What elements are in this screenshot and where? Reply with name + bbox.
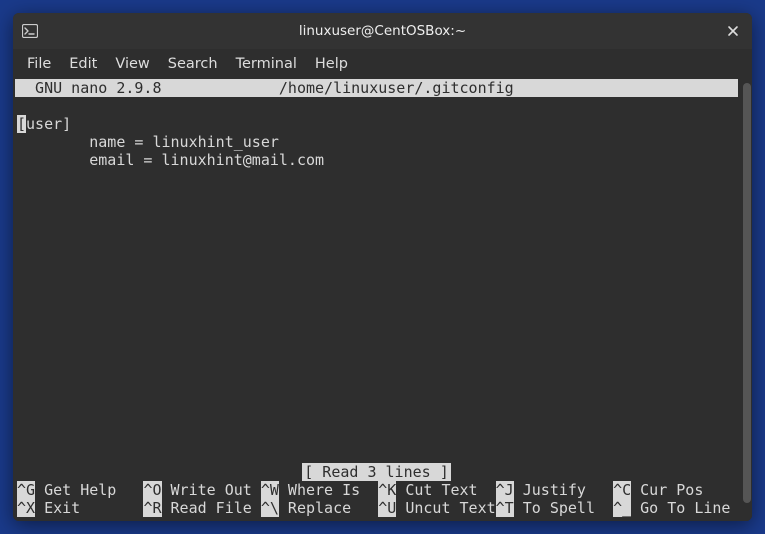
- nano-status-line: [ Read 3 lines ]: [15, 463, 738, 481]
- label-replace: Replace: [279, 499, 378, 517]
- nano-file-path: /home/linuxuser/.gitconfig: [279, 79, 514, 97]
- titlebar: linuxuser@CentOSBox:~: [13, 13, 752, 49]
- menu-help[interactable]: Help: [307, 52, 356, 76]
- close-button[interactable]: [722, 20, 744, 42]
- close-icon: [727, 25, 739, 37]
- label-uncut-text: Uncut Text: [396, 499, 495, 517]
- label-to-spell: To Spell: [514, 499, 613, 517]
- key-get-help: ^G: [17, 481, 35, 499]
- key-cut-text: ^K: [378, 481, 396, 499]
- nano-shortcuts: ^G Get Help ^O Write Out ^W Where Is ^K …: [15, 481, 738, 521]
- key-to-spell: ^T: [496, 499, 514, 517]
- menu-terminal[interactable]: Terminal: [228, 52, 305, 76]
- label-cut-text: Cut Text: [396, 481, 495, 499]
- label-where-is: Where Is: [279, 481, 378, 499]
- key-exit: ^X: [17, 499, 35, 517]
- menu-file[interactable]: File: [19, 52, 59, 76]
- menu-edit[interactable]: Edit: [61, 52, 105, 76]
- menubar: File Edit View Search Terminal Help: [13, 49, 752, 79]
- key-cur-pos: ^C: [613, 481, 631, 499]
- content-line-3: email = linuxhint@mail.com: [17, 151, 324, 169]
- label-go-to-line: Go To Line: [631, 499, 730, 517]
- label-read-file: Read File: [162, 499, 261, 517]
- key-write-out: ^O: [143, 481, 161, 499]
- terminal-area[interactable]: GNU nano 2.9.8 /home/linuxuser/.gitconfi…: [13, 79, 752, 521]
- menu-view[interactable]: View: [107, 52, 157, 76]
- nano-version: GNU nano 2.9.8: [17, 79, 162, 97]
- cursor: [: [17, 115, 26, 133]
- menu-search[interactable]: Search: [160, 52, 226, 76]
- key-uncut-text: ^U: [378, 499, 396, 517]
- key-go-to-line: ^_: [613, 499, 631, 517]
- key-read-file: ^R: [143, 499, 161, 517]
- label-justify: Justify: [514, 481, 613, 499]
- terminal-window: linuxuser@CentOSBox:~ File Edit View Sea…: [13, 13, 752, 521]
- scrollbar-thumb[interactable]: [743, 83, 751, 503]
- key-where-is: ^W: [261, 481, 279, 499]
- label-cur-pos: Cur Pos: [631, 481, 703, 499]
- content-line-2: name = linuxhint_user: [17, 133, 279, 151]
- content-line-1: user]: [26, 115, 71, 133]
- label-exit: Exit: [35, 499, 143, 517]
- window-title: linuxuser@CentOSBox:~: [43, 23, 722, 39]
- nano-editor-content[interactable]: [user] name = linuxhint_user email = lin…: [15, 115, 738, 169]
- nano-header: GNU nano 2.9.8 /home/linuxuser/.gitconfi…: [15, 79, 738, 97]
- editor-empty-area[interactable]: [15, 169, 738, 463]
- label-get-help: Get Help: [35, 481, 143, 499]
- terminal-icon: [21, 22, 39, 40]
- key-replace: ^\: [261, 499, 279, 517]
- key-justify: ^J: [496, 481, 514, 499]
- scrollbar[interactable]: [742, 79, 752, 521]
- label-write-out: Write Out: [162, 481, 261, 499]
